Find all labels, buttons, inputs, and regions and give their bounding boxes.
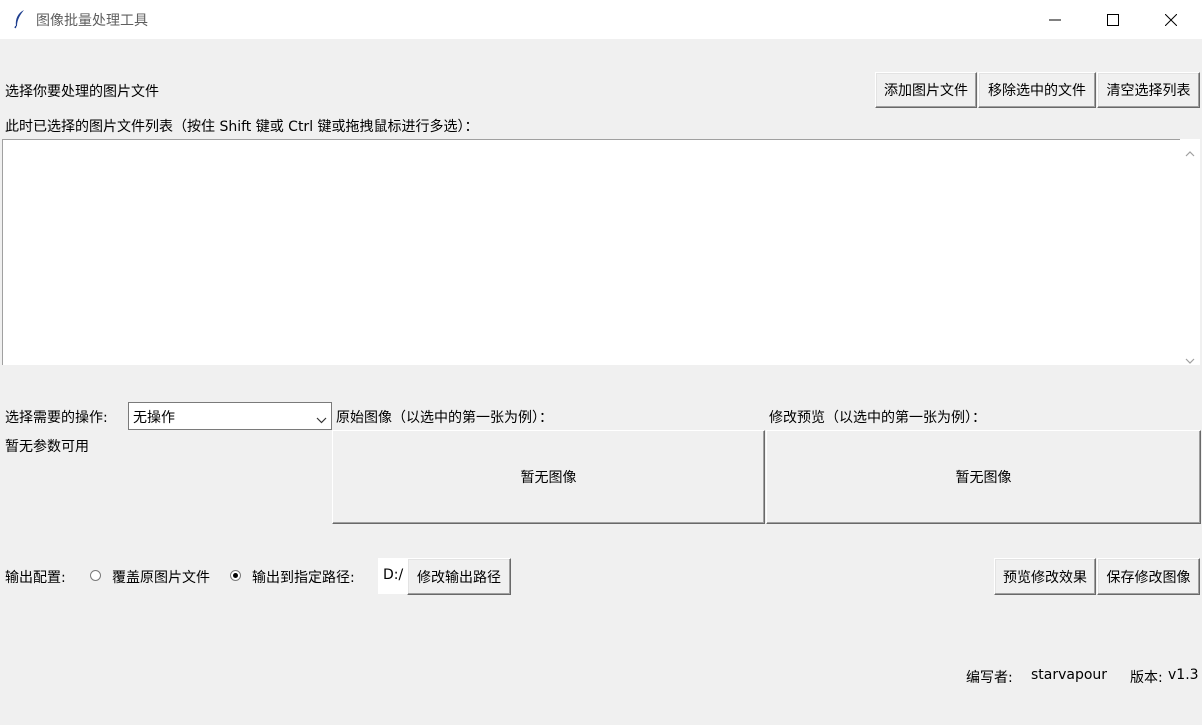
preview-changes-button[interactable]: 预览修改效果	[994, 558, 1096, 595]
scroll-down-icon[interactable]	[1185, 352, 1195, 368]
output-path-radio[interactable]	[230, 570, 241, 581]
operation-selected-value: 无操作	[133, 410, 175, 426]
window-title: 图像批量处理工具	[36, 13, 148, 29]
output-path-display: D:/	[378, 558, 407, 594]
change-output-path-button[interactable]: 修改输出路径	[407, 558, 511, 595]
maximize-icon[interactable]	[1084, 0, 1142, 39]
output-config-label: 输出配置:	[5, 570, 66, 586]
file-listbox[interactable]	[2, 139, 1180, 365]
title-bar: 图像批量处理工具	[0, 0, 1202, 40]
overwrite-option-label[interactable]: 覆盖原图片文件	[112, 567, 210, 587]
select-files-label: 选择你要处理的图片文件	[5, 84, 159, 100]
original-image-placeholder: 暂无图像	[520, 470, 577, 486]
version-label: 版本:	[1130, 670, 1163, 686]
minimize-icon[interactable]	[1026, 0, 1084, 39]
remove-selected-button[interactable]: 移除选中的文件	[978, 72, 1096, 108]
overwrite-radio[interactable]	[90, 570, 101, 581]
modified-preview-panel: 暂无图像	[766, 430, 1201, 524]
author-label: 编写者:	[966, 670, 1013, 686]
output-path-option-label[interactable]: 输出到指定路径:	[252, 567, 355, 587]
modified-image-placeholder: 暂无图像	[955, 470, 1012, 486]
clear-list-button[interactable]: 清空选择列表	[1097, 72, 1200, 108]
save-images-button[interactable]: 保存修改图像	[1097, 558, 1200, 595]
original-image-panel: 暂无图像	[332, 430, 765, 524]
file-list-label: 此时已选择的图片文件列表（按住 Shift 键或 Ctrl 键或拖拽鼠标进行多选…	[5, 119, 479, 135]
version-value: v1.3	[1168, 667, 1199, 683]
operation-select[interactable]: 无操作	[128, 402, 332, 430]
add-files-button[interactable]: 添加图片文件	[875, 72, 977, 108]
close-icon[interactable]	[1142, 0, 1200, 39]
author-name: starvapour	[1031, 667, 1108, 683]
params-text: 暂无参数可用	[5, 439, 89, 455]
feather-icon	[12, 9, 28, 29]
file-list-scrollbar[interactable]	[1180, 139, 1200, 365]
radio-selected-dot	[233, 573, 238, 578]
chevron-down-icon[interactable]	[316, 412, 327, 428]
operation-label: 选择需要的操作:	[5, 410, 108, 426]
output-path-value: D:/	[383, 567, 404, 583]
original-image-label: 原始图像（以选中的第一张为例）：	[336, 410, 553, 426]
modified-preview-label: 修改预览（以选中的第一张为例）：	[769, 410, 986, 426]
scroll-up-icon[interactable]	[1185, 145, 1195, 161]
